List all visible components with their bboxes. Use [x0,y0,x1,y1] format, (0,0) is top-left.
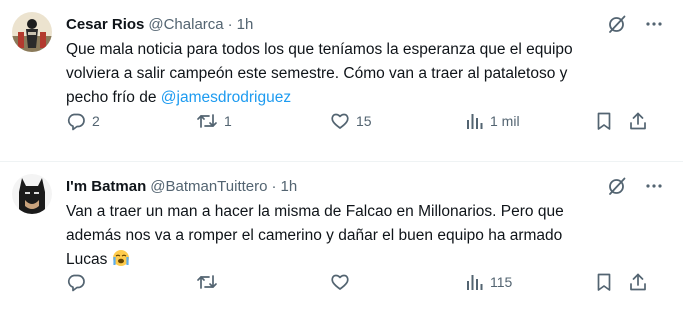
share-button[interactable] [628,270,648,294]
tweet-text: Que mala noticia para todos los que tení… [66,38,626,110]
views-button[interactable]: 1 mil [464,109,520,133]
tweet[interactable]: I'm Batman @BatmanTuittero · 1h Van a tr… [0,162,683,326]
views-icon [467,275,483,290]
tweet-text-fragment: Lucas [66,251,112,268]
repost-button[interactable] [196,270,224,294]
repost-icon [197,275,217,289]
author-handle[interactable]: @Chalarca [148,16,223,33]
tweet-top-actions [607,14,663,34]
bookmark-button[interactable] [594,109,614,133]
tweet-text-line: Lucas [66,248,626,272]
bookmark-icon [597,273,611,291]
separator: · [227,15,233,33]
reply-icon [67,113,85,131]
like-count: 15 [356,113,372,129]
avatar[interactable] [12,174,52,214]
tweet-text-fragment: pecho frío de [66,89,161,106]
bookmark-button[interactable] [594,270,614,294]
tweet-text-line: además nos va a romper el camerino y dañ… [66,227,563,244]
like-button[interactable]: 15 [330,109,372,133]
repost-icon [197,114,217,128]
tweet-text: Van a traer un man a hacer la misma de F… [66,200,626,272]
loudly-crying-face-icon [112,250,129,266]
share-icon [630,273,646,291]
like-icon [331,113,349,129]
share-button[interactable] [628,109,648,133]
author-name[interactable]: Cesar Rios [66,16,144,33]
like-icon [331,274,349,290]
tweet-text-line: pecho frío de @jamesdrodriguez [66,86,626,110]
tweet-text-line: volviera a salir campeón este semestre. … [66,65,568,82]
reply-button[interactable] [66,270,92,294]
views-icon [467,114,483,129]
tweet-text-line: Van a traer un man a hacer la misma de F… [66,203,564,220]
reply-button[interactable]: 2 [66,109,100,133]
tweet-header: Cesar Rios @Chalarca · 1h [66,14,253,34]
reply-count: 2 [92,113,100,129]
share-icon [630,112,646,130]
separator: · [271,177,277,195]
tweet-top-actions [607,176,663,196]
tweet[interactable]: Cesar Rios @Chalarca · 1h Que mala notic… [0,0,683,162]
author-name[interactable]: I'm Batman [66,178,146,195]
timestamp[interactable]: 1h [237,16,254,33]
more-icon[interactable] [645,177,663,195]
mention-link[interactable]: @jamesdrodriguez [161,89,291,106]
repost-button[interactable]: 1 [196,109,232,133]
timestamp[interactable]: 1h [280,178,297,195]
tweet-text-line: Que mala noticia para todos los que tení… [66,41,573,58]
more-icon[interactable] [645,15,663,33]
repost-count: 1 [224,113,232,129]
views-count: 115 [490,274,513,290]
bookmark-icon [597,112,611,130]
views-button[interactable]: 115 [464,270,512,294]
reply-icon [67,274,85,292]
views-count: 1 mil [490,113,520,129]
author-handle[interactable]: @BatmanTuittero [150,178,267,195]
like-button[interactable] [330,270,356,294]
avatar[interactable] [12,12,52,52]
grok-icon[interactable] [607,176,627,196]
grok-icon[interactable] [607,14,627,34]
tweet-header: I'm Batman @BatmanTuittero · 1h [66,176,297,196]
